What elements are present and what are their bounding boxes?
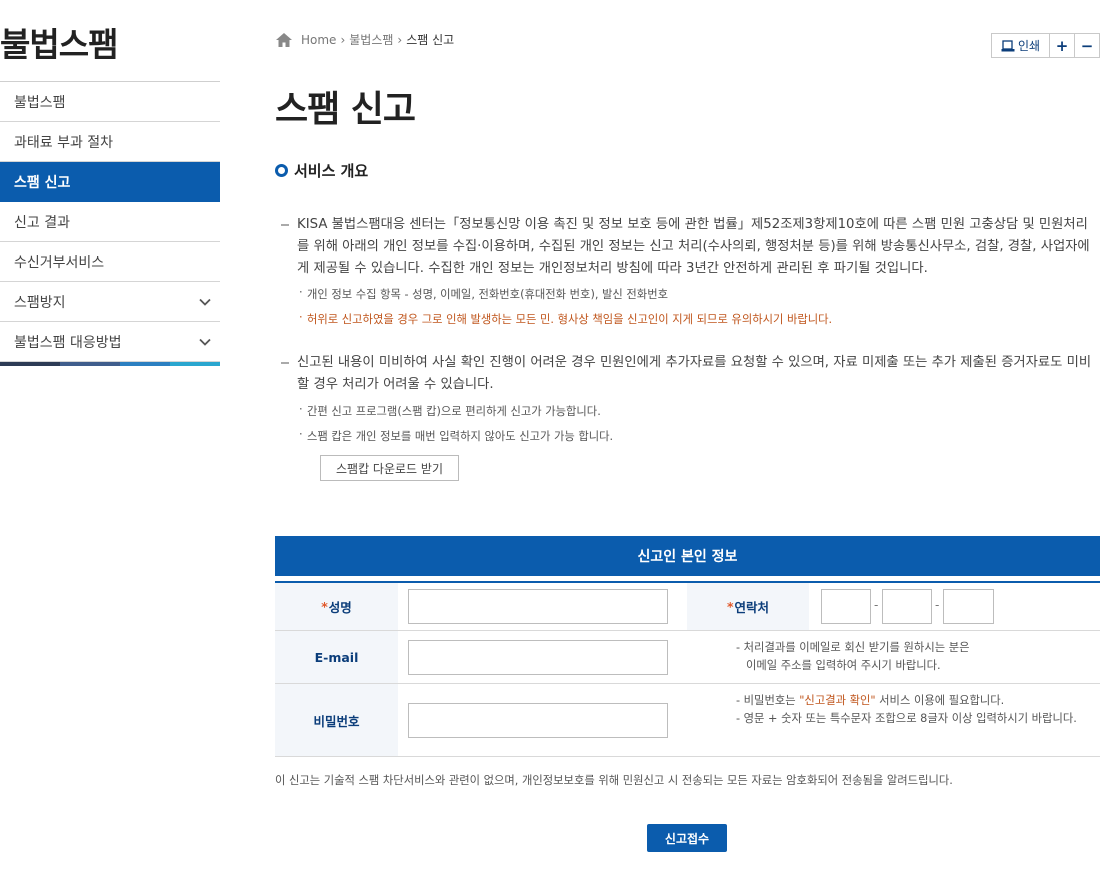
chevron-down-icon <box>199 298 211 306</box>
password-help-line1: - 비밀번호는 "신고결과 확인" 서비스 이용에 필요합니다. <box>736 692 1088 710</box>
section-title-text: 서비스 개요 <box>294 162 369 180</box>
required-mark: * <box>321 599 328 614</box>
home-icon[interactable] <box>275 32 293 48</box>
required-mark: * <box>726 599 734 614</box>
dash-bullet-icon <box>281 224 289 226</box>
form-row-password: 비밀번호 - 비밀번호는 "신고결과 확인" 서비스 이용에 필요합니다. - … <box>275 684 1100 757</box>
sidebar-item-label: 과태료 부과 절차 <box>14 134 114 151</box>
phone-input-2[interactable] <box>882 589 932 624</box>
sidebar-item-response-method[interactable]: 불법스팸 대응방법 <box>0 322 220 362</box>
print-label: 인쇄 <box>1017 39 1041 53</box>
name-label: * 성명 <box>275 583 398 630</box>
overview-paragraph-2-text: 신고된 내용이 미비하여 사실 확인 진행이 어려운 경우 민원인에게 추가자료… <box>297 355 1092 392</box>
breadcrumb: Home › 불법스팸 › 스팸 신고 <box>275 31 454 48</box>
password-help-highlight: "신고결과 확인" <box>799 694 876 707</box>
sidebar-item-label: 불법스팸 <box>14 94 66 111</box>
chevron-right-icon: › <box>397 32 403 47</box>
name-cell: * 연락처 - - <box>398 583 1100 630</box>
dash-bullet-icon <box>281 362 289 364</box>
circle-bullet-icon <box>275 164 288 177</box>
zoom-out-button[interactable]: − <box>1075 33 1100 58</box>
sidebar-item-illegal-spam[interactable]: 불법스팸 <box>0 82 220 122</box>
bullet-dot: · <box>299 311 303 324</box>
email-label: E-mail <box>275 631 398 683</box>
password-cell: - 비밀번호는 "신고결과 확인" 서비스 이용에 필요합니다. - 영문 + … <box>398 684 1100 756</box>
password-label: 비밀번호 <box>275 684 398 756</box>
bullet-dot: · <box>299 286 303 299</box>
contact-label-text: 연락처 <box>734 600 770 615</box>
password-help-prefix: - 비밀번호는 <box>736 694 800 707</box>
chevron-right-icon: › <box>340 32 346 47</box>
section-title: 서비스 개요 <box>275 160 368 181</box>
print-icon <box>1001 39 1015 51</box>
zoom-in-button[interactable]: + <box>1050 33 1075 58</box>
sidebar-bottom-bar <box>0 362 220 366</box>
contact-label: * 연락처 <box>687 583 809 630</box>
password-input[interactable] <box>408 703 668 738</box>
breadcrumb-home[interactable]: Home <box>301 33 336 47</box>
bullet-dot: · <box>299 403 303 416</box>
note-false-report-warning-text: 허위로 신고하였을 경우 그로 인해 발생하는 모든 민. 형사상 책임을 신고… <box>307 313 833 326</box>
sidebar-item-label: 스팸방지 <box>14 294 66 311</box>
sidebar-menu: 불법스팸 과태료 부과 절차 스팸 신고 신고 결과 수신거부서비스 스팸방지 … <box>0 81 220 362</box>
note-false-report-warning: · 허위로 신고하였을 경우 그로 인해 발생하는 모든 민. 형사상 책임을 … <box>299 311 833 327</box>
sidebar: 불법스팸 불법스팸 과태료 부과 절차 스팸 신고 신고 결과 수신거부서비스 … <box>0 0 220 366</box>
password-help: - 비밀번호는 "신고결과 확인" 서비스 이용에 필요합니다. - 영문 + … <box>736 692 1088 728</box>
password-help-suffix: 서비스 이용에 필요합니다. <box>875 694 1005 707</box>
note-collected-items-text: 개인 정보 수집 항목 - 성명, 이메일, 전화번호(휴대전화 번호), 발신… <box>307 288 668 301</box>
phone-separator: - <box>874 598 879 612</box>
form-header: 신고인 본인 정보 <box>275 536 1100 576</box>
sidebar-item-label: 신고 결과 <box>14 214 70 231</box>
form-row-email: E-mail - 처리결과를 이메일로 회신 받기를 원하시는 분은 이메일 주… <box>275 631 1100 684</box>
submit-report-button[interactable]: 신고접수 <box>647 824 727 852</box>
phone-input-1[interactable] <box>821 589 871 624</box>
sidebar-item-fine-procedure[interactable]: 과태료 부과 절차 <box>0 122 220 162</box>
breadcrumb-level1[interactable]: 불법스팸 <box>349 31 393 48</box>
disclaimer-text: 이 신고는 기술적 스팸 차단서비스와 관련이 없으며, 개인정보보호를 위해 … <box>275 774 953 787</box>
sidebar-item-report-result[interactable]: 신고 결과 <box>0 202 220 242</box>
note-spamcop-info: · 스팸 캅은 개인 정보를 매번 입력하지 않아도 신고가 가능 합니다. <box>299 428 614 444</box>
name-input[interactable] <box>408 589 668 624</box>
sidebar-item-spam-prevention[interactable]: 스팸방지 <box>0 282 220 322</box>
breadcrumb-current: 스팸 신고 <box>406 33 455 47</box>
sidebar-item-opt-out-service[interactable]: 수신거부서비스 <box>0 242 220 282</box>
email-help-line1: - 처리결과를 이메일로 회신 받기를 원하시는 분은 <box>736 641 970 654</box>
sidebar-item-label: 스팸 신고 <box>14 174 71 191</box>
phone-separator: - <box>935 598 940 612</box>
note-spamcop-easy-text: 간편 신고 프로그램(스팸 캅)으로 편리하게 신고가 가능합니다. <box>307 405 601 418</box>
password-help-line2: - 영문 + 숫자 또는 특수문자 조합으로 8글자 이상 입력하시기 바랍니다… <box>736 712 1077 725</box>
print-button[interactable]: 인쇄 <box>991 33 1050 58</box>
sidebar-item-spam-report[interactable]: 스팸 신고 <box>0 162 220 202</box>
note-collected-items: · 개인 정보 수집 항목 - 성명, 이메일, 전화번호(휴대전화 번호), … <box>299 286 668 302</box>
sidebar-title: 불법스팸 <box>0 25 118 64</box>
reporter-info-form: * 성명 * 연락처 - - E-mail - 처리결과를 이메일로 회신 받기를 … <box>275 581 1100 757</box>
email-help-line2: 이메일 주소를 입력하여 주시기 바랍니다. <box>746 659 941 672</box>
utility-buttons: 인쇄 + − <box>991 33 1100 58</box>
overview-paragraph-2: 신고된 내용이 미비하여 사실 확인 진행이 어려운 경우 민원인에게 추가자료… <box>281 352 1097 396</box>
note-spamcop-info-text: 스팸 캅은 개인 정보를 매번 입력하지 않아도 신고가 가능 합니다. <box>307 430 614 443</box>
spamcop-download-button[interactable]: 스팸캅 다운로드 받기 <box>320 455 459 481</box>
note-spamcop-easy: · 간편 신고 프로그램(스팸 캅)으로 편리하게 신고가 가능합니다. <box>299 403 601 419</box>
email-cell: - 처리결과를 이메일로 회신 받기를 원하시는 분은 이메일 주소를 입력하여… <box>398 631 1100 683</box>
overview-paragraph-1-text: KISA 불법스팸대응 센터는「정보통신망 이용 촉진 및 정보 보호 등에 관… <box>297 217 1090 276</box>
email-input[interactable] <box>408 640 668 675</box>
page-title: 스팸 신고 <box>275 89 416 130</box>
phone-input-3[interactable] <box>943 589 994 624</box>
bullet-dot: · <box>299 428 303 441</box>
email-help: - 처리결과를 이메일로 회신 받기를 원하시는 분은 이메일 주소를 입력하여… <box>736 639 970 675</box>
overview-paragraph-1: KISA 불법스팸대응 센터는「정보통신망 이용 촉진 및 정보 보호 등에 관… <box>281 214 1097 280</box>
chevron-down-icon <box>199 338 211 346</box>
form-row-name-contact: * 성명 * 연락처 - - <box>275 583 1100 631</box>
sidebar-item-label: 수신거부서비스 <box>14 254 105 271</box>
sidebar-item-label: 불법스팸 대응방법 <box>14 334 122 351</box>
name-label-text: 성명 <box>328 600 352 615</box>
